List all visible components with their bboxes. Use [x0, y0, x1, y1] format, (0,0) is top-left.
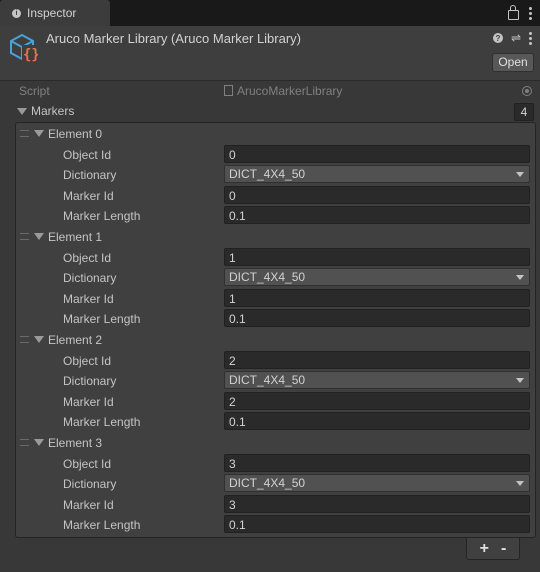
script-field[interactable]: ArucoMarkerLibrary [224, 82, 534, 100]
svg-text:{}: {} [23, 47, 38, 62]
object-id-field[interactable]: 2 [224, 351, 530, 369]
chevron-down-icon [516, 172, 524, 177]
dictionary-dropdown[interactable]: DICT_4X4_50 [224, 268, 530, 286]
dictionary-dropdown[interactable]: DICT_4X4_50 [224, 165, 530, 183]
dictionary-value: DICT_4X4_50 [229, 476, 306, 490]
script-value: ArucoMarkerLibrary [237, 84, 343, 98]
dictionary-label: Dictionary [63, 374, 117, 388]
markers-foldout-arrow-icon[interactable] [17, 108, 27, 115]
drag-handle-icon[interactable] [20, 336, 29, 343]
dictionary-label: Dictionary [63, 168, 117, 182]
add-element-button[interactable]: + [480, 540, 489, 557]
target-icon[interactable] [522, 86, 532, 96]
object-id-field[interactable]: 0 [224, 145, 530, 163]
info-icon: i [12, 8, 21, 18]
drag-handle-icon[interactable] [20, 233, 29, 240]
dictionary-dropdown[interactable]: DICT_4X4_50 [224, 474, 530, 492]
element-foldout-arrow-icon[interactable] [34, 233, 44, 240]
marker-id-field[interactable]: 1 [224, 289, 530, 307]
sliders-icon[interactable]: ⇌ [511, 32, 521, 44]
object-id-field[interactable]: 3 [224, 454, 530, 472]
marker-length-field[interactable]: 0.1 [224, 206, 530, 224]
object-id-label: Object Id [63, 457, 112, 471]
tab-label: Inspector [27, 6, 77, 20]
element-foldout-arrow-icon[interactable] [34, 130, 44, 137]
marker-id-label: Marker Id [63, 395, 114, 409]
markers-row[interactable]: Markers 4 [0, 101, 540, 121]
marker-length-field[interactable]: 0.1 [224, 515, 530, 533]
marker-length-field[interactable]: 0.1 [224, 309, 530, 327]
element-foldout-arrow-icon[interactable] [34, 439, 44, 446]
element-title[interactable]: Element 3 [48, 436, 102, 450]
marker-length-field[interactable]: 0.1 [224, 412, 530, 430]
chevron-down-icon [516, 275, 524, 280]
help-icon[interactable]: ? [492, 33, 503, 43]
window-actions [508, 5, 532, 20]
kebab-icon[interactable] [529, 7, 532, 20]
element-title[interactable]: Element 2 [48, 333, 102, 347]
dictionary-label: Dictionary [63, 477, 117, 491]
element-foldout-arrow-icon[interactable] [34, 336, 44, 343]
marker-id-field[interactable]: 3 [224, 495, 530, 513]
chevron-down-icon [516, 481, 524, 486]
marker-length-label: Marker Length [63, 518, 141, 532]
dictionary-dropdown[interactable]: DICT_4X4_50 [224, 371, 530, 389]
dictionary-value: DICT_4X4_50 [229, 167, 306, 181]
object-id-field[interactable]: 1 [224, 248, 530, 266]
marker-id-label: Marker Id [63, 189, 114, 203]
script-row: Script ArucoMarkerLibrary [0, 81, 540, 101]
tab-bar: i Inspector [0, 0, 540, 26]
dictionary-value: DICT_4X4_50 [229, 270, 306, 284]
drag-handle-icon[interactable] [20, 439, 29, 446]
remove-element-button[interactable]: - [501, 540, 506, 557]
marker-id-field[interactable]: 2 [224, 392, 530, 410]
object-id-label: Object Id [63, 148, 112, 162]
object-id-label: Object Id [63, 251, 112, 265]
header-actions: ? ⇌ [492, 31, 532, 45]
tab-inspector[interactable]: i Inspector [0, 0, 110, 26]
script-label: Script [19, 84, 50, 98]
marker-length-label: Marker Length [63, 209, 141, 223]
markers-count-field[interactable]: 4 [514, 103, 534, 121]
markers-label: Markers [31, 104, 75, 118]
component-header: {} Aruco Marker Library (Aruco Marker Li… [0, 26, 540, 81]
component-title: Aruco Marker Library (Aruco Marker Libra… [46, 31, 302, 46]
marker-id-label: Marker Id [63, 498, 114, 512]
element-title[interactable]: Element 1 [48, 230, 102, 244]
dictionary-value: DICT_4X4_50 [229, 373, 306, 387]
marker-length-label: Marker Length [63, 312, 141, 326]
script-file-icon [224, 85, 233, 96]
object-id-label: Object Id [63, 354, 112, 368]
open-button[interactable]: Open [492, 53, 534, 72]
element-title[interactable]: Element 0 [48, 127, 102, 141]
dictionary-label: Dictionary [63, 271, 117, 285]
drag-handle-icon[interactable] [20, 130, 29, 137]
marker-id-label: Marker Id [63, 292, 114, 306]
script-icon: {} [10, 33, 38, 62]
lock-icon[interactable] [508, 5, 519, 20]
marker-length-label: Marker Length [63, 415, 141, 429]
chevron-down-icon [516, 378, 524, 383]
list-footer-buttons: + - [466, 538, 520, 560]
marker-id-field[interactable]: 0 [224, 186, 530, 204]
kebab-icon[interactable] [529, 32, 532, 45]
